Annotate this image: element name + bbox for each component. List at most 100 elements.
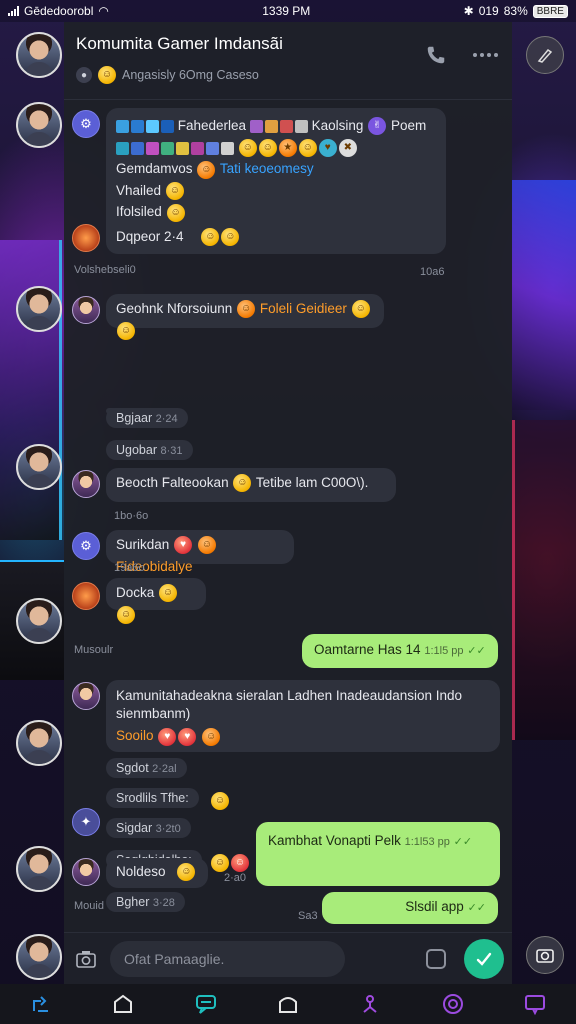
message-input[interactable] [110,940,345,977]
reply-pill[interactable]: Sigdar 3·2t0 [106,818,191,838]
reply-pill[interactable]: Ugobar 8·31 [106,440,193,460]
smile-emoji-icon: ☺ [98,66,116,84]
edit-button[interactable] [526,36,564,74]
reply-pill[interactable]: Bgjaar 2·24 [106,408,188,428]
battery-percent: 83% [503,4,528,18]
pill-text: Bgher [116,895,150,909]
rail-avatar[interactable] [16,720,62,766]
outgoing-message-bubble[interactable]: Slsdil app ✓✓ [322,892,498,924]
message-text: Kambhat Vonapti Pelk [268,833,401,848]
message-text: Tetibe lam [255,475,318,490]
pill-meta: 3·28 [152,897,175,909]
status-left: Gēdedoorobl ◠ [8,4,109,18]
status-extra: 019 [478,4,499,18]
sender-avatar[interactable] [72,682,100,710]
status-right: ✱ 019 83% BBRE [464,4,568,18]
sticker-row-icon [116,141,234,155]
rail-avatar[interactable] [16,444,62,490]
message-bubble[interactable]: Beocth Falteookan ☺ Tetibe lam C00O\). [106,468,396,502]
rail-avatar[interactable] [16,934,62,980]
camera-shortcut-button[interactable] [526,936,564,974]
message-bubble[interactable]: Noldeso ☺ [106,858,208,888]
joystick-icon [363,995,377,1013]
message-text: Beocth Falteookan [116,475,229,490]
house-outline-icon [278,997,297,1013]
emoji-icon: ♥ [158,727,177,746]
time-label: 1bo·6o [114,510,149,522]
status-time: 1339 PM [262,4,311,18]
sender-avatar[interactable]: ⚙ [72,532,100,560]
message-square-icon [524,995,545,1016]
emoji-icon: ★ [278,139,297,158]
chat-subtitle-row: ● ☺ Angasisly 6Omg Caseso [76,66,500,84]
camera-icon[interactable] [72,945,100,973]
pill-meta: 3·2t0 [155,823,181,835]
rail-avatar[interactable] [16,286,62,332]
rail-avatar[interactable] [16,102,62,148]
sender-avatar[interactable] [72,224,100,252]
emoji-icon: ✖ [338,139,357,158]
message-line: Sooilo ♥ ♥ ☺ [116,725,490,747]
gaming-chair [512,420,576,740]
nav-games[interactable] [355,989,385,1019]
emoji-icon: ☺ [351,300,370,319]
message-bubble[interactable]: Geohnk Nforsoiunn ☺ Foleli Geidieer ☺ ☺ [106,294,384,341]
sender-avatar[interactable]: ⚙ [72,110,100,138]
sender-avatar[interactable] [72,582,100,610]
more-icon[interactable] [473,53,498,57]
sender-avatar[interactable] [72,296,100,324]
battery-icon: BBRE [532,4,568,18]
sender-avatar[interactable] [72,470,100,498]
message-bubble[interactable]: Docka ☺ ☺ [106,578,206,625]
phone-icon[interactable] [425,44,447,66]
message-link[interactable]: Tati keoeomesy [220,161,314,176]
message-composer [64,932,512,984]
message-text: Vhailed [116,182,162,198]
emoji-icon: ☺ [197,160,216,179]
signal-icon [8,6,19,16]
emoji-icon: ☺ [166,203,185,222]
pill-text: Ugobar [116,443,157,457]
bluetooth-icon: ✱ [463,4,474,18]
rail-avatar[interactable] [16,846,62,892]
message-bubble[interactable]: Surikdan ♥ ☺ Fideobidalye [106,530,294,574]
target-icon [442,994,463,1014]
emoji-icon: ☺ [197,536,216,555]
emoji-icon: ☺ [201,228,220,247]
message-text: Surikdan [116,537,170,552]
nav-discover[interactable] [438,989,468,1019]
emoji-icon: ☺ [237,300,256,319]
pencil-icon [537,48,553,63]
message-bubble[interactable]: Dqpeor 2·4 ☺ ☺ [106,222,276,256]
message-text: Ifolsiled [116,204,162,220]
message-text: Fahederlea [177,118,247,133]
pill-meta: 2·24 [155,413,178,425]
share-icon [33,996,49,1012]
outgoing-message-bubble[interactable]: Kambhat Vonapti Pelk 1:1l53 pp ✓✓ [256,822,500,886]
sender-avatar[interactable] [72,858,100,886]
outgoing-message-bubble[interactable]: Oamtarne Has 14 1:1l5 pp ✓✓ [302,634,498,668]
message-text: Poem [390,118,427,133]
rail-avatar[interactable] [16,598,62,644]
reply-pill[interactable]: Srodlils Tfhe: [106,788,199,808]
neon-monitor-left [0,240,62,540]
nav-profile[interactable] [273,989,303,1019]
message-text: Geohnk Nforsoiunn [116,301,233,316]
reply-pill[interactable]: Sgdot 2·2al [106,758,187,778]
sticker-icon[interactable] [426,948,446,969]
sender-avatar[interactable]: ✦ [72,808,100,836]
nav-share[interactable] [26,989,56,1019]
reply-pill[interactable]: Bgher 3·28 [106,892,185,912]
message-text: Dqpeor 2·4 [116,229,184,244]
rail-avatar[interactable] [16,32,62,78]
message-line: Gemdamvos ☺ Tati keoeomesy [116,158,436,180]
chat-header: Komumita Gamer Imdansãi ● ☺ Angasisly 6O… [64,22,512,100]
message-bubble[interactable]: Kamunitahadeakna sieralan Ladhen Inadeau… [106,680,500,752]
nav-messages[interactable] [520,989,550,1019]
emoji-icon: ☺ [117,606,135,625]
send-button[interactable] [464,938,504,979]
emoji-icon: ☺ [258,139,277,158]
emoji-icon: ☺ [159,584,178,603]
nav-chats[interactable] [191,989,221,1019]
nav-home[interactable] [108,989,138,1019]
